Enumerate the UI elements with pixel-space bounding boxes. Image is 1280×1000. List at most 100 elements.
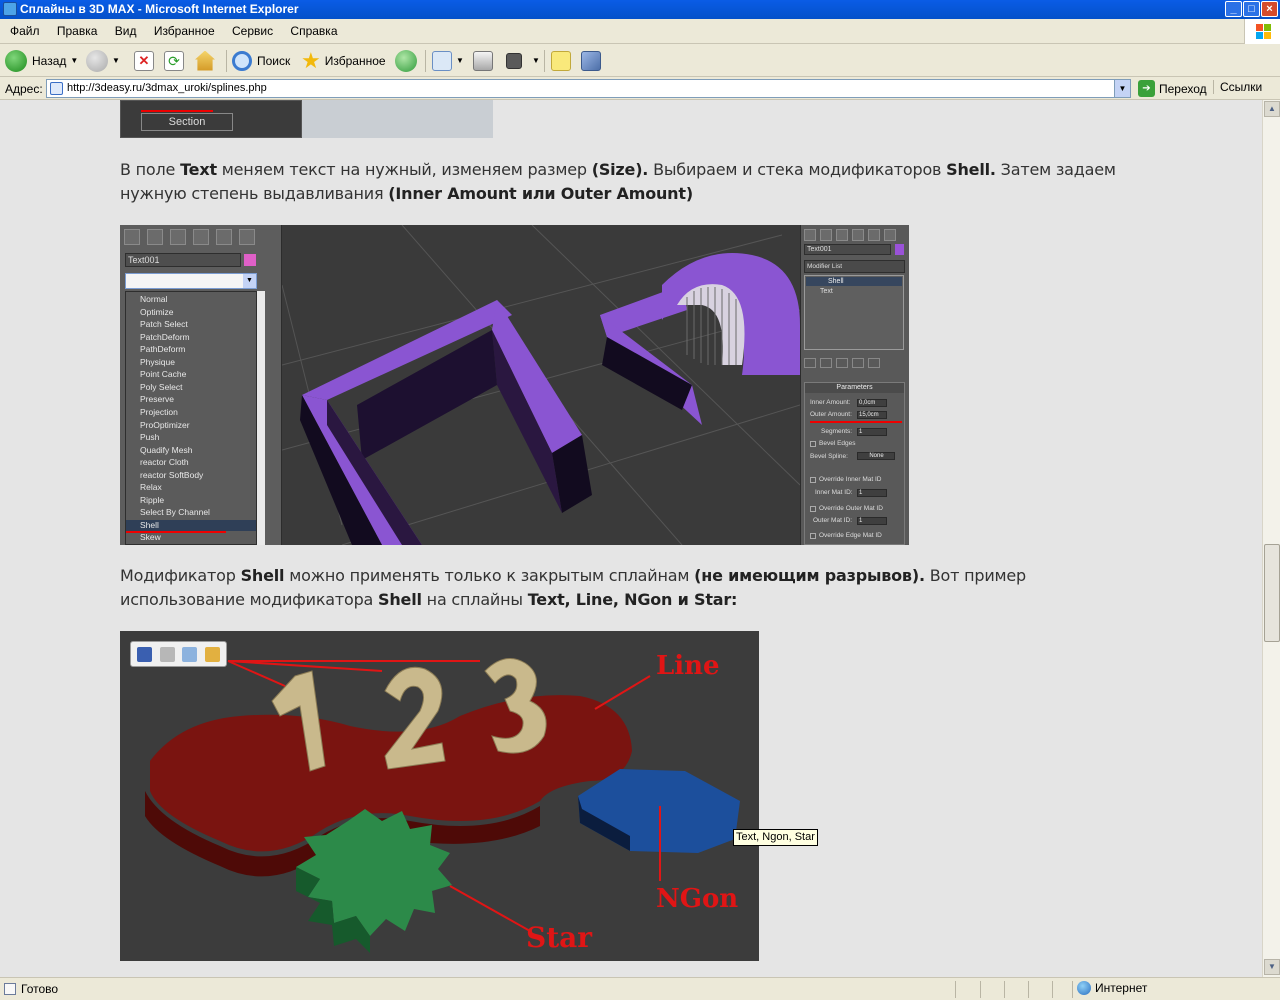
mail-icon	[432, 50, 452, 71]
edit-icon	[506, 52, 522, 69]
modifier-panel-right: Text001 Modifier List Shell Text Paramet…	[800, 225, 909, 545]
search-button[interactable]: Поиск	[232, 48, 290, 73]
refresh-button[interactable]: ⟳	[164, 48, 184, 73]
back-button[interactable]: Назад ▼	[5, 48, 78, 73]
minimize-button[interactable]: _	[1225, 1, 1242, 17]
list-item: Physique	[140, 357, 175, 367]
mail-button[interactable]: ▼	[432, 48, 464, 73]
mail-dropdown-icon[interactable]: ▼	[456, 56, 464, 65]
stack-item-shell: Shell	[806, 277, 902, 286]
modifier-stack: Shell Text	[804, 275, 904, 350]
list-item: reactor Cloth	[140, 457, 189, 467]
parameters-title: Parameters	[805, 383, 904, 393]
underline-mark	[126, 531, 226, 533]
address-input[interactable]: http://3deasy.ru/3dmax_uroki/splines.php…	[46, 79, 1131, 98]
modifier-list: Normal Optimize Patch Select PatchDeform…	[125, 291, 257, 545]
save-icon[interactable]	[137, 647, 152, 662]
ie-icon	[3, 2, 17, 16]
list-item: Relax	[140, 482, 162, 492]
shell-modifier-image: Text001 ▼ Normal Optimize Patch Select P…	[120, 225, 909, 545]
zone-label: Интернет	[1095, 981, 1148, 995]
print-icon	[473, 50, 493, 71]
menu-favorites[interactable]: Избранное	[147, 19, 222, 43]
messenger-button[interactable]	[581, 48, 601, 73]
address-dropdown-icon[interactable]: ▼	[1114, 80, 1130, 97]
search-label: Поиск	[257, 53, 291, 68]
edit-button[interactable]: ▼	[506, 48, 540, 73]
status-separator	[1004, 981, 1005, 998]
favorites-button[interactable]: ★ Избранное	[301, 48, 386, 73]
search-icon	[232, 50, 252, 71]
motion-tab-icon	[852, 229, 864, 241]
scroll-thumb[interactable]	[1264, 544, 1280, 642]
menu-file[interactable]: Файл	[3, 19, 47, 43]
list-item: Preserve	[140, 394, 175, 404]
security-zone[interactable]: Интернет	[1077, 981, 1147, 995]
toolbar-separator	[226, 50, 227, 72]
status-separator	[1052, 981, 1053, 998]
folder-icon[interactable]	[205, 647, 220, 662]
section-button: Section	[141, 113, 233, 131]
label-ngon: NGon	[656, 884, 739, 914]
rollout-panel: Section	[120, 100, 302, 138]
go-button[interactable]: ➔ Переход	[1138, 80, 1207, 97]
go-label: Переход	[1159, 81, 1207, 96]
outer-amount-label: Outer Amount:	[810, 411, 852, 418]
letter-r-shape	[600, 253, 800, 425]
image-toolbar[interactable]	[130, 641, 227, 667]
vertical-scrollbar[interactable]: ▲ ▼	[1262, 100, 1280, 977]
toolbar-separator	[544, 50, 545, 72]
favorites-star-icon: ★	[301, 47, 321, 73]
window-titlebar[interactable]: Сплайны в 3D MAX - Microsoft Internet Ex…	[0, 0, 1280, 19]
list-item: reactor SoftBody	[140, 470, 204, 480]
viewport-3d-text	[282, 225, 800, 545]
forward-dropdown-icon[interactable]: ▼	[112, 56, 120, 65]
stop-button[interactable]: ✕	[134, 48, 154, 73]
modify-tab-icon	[147, 229, 163, 245]
back-dropdown-icon[interactable]: ▼	[70, 56, 78, 65]
status-separator	[1028, 981, 1029, 998]
inner-amount-label: Inner Amount:	[810, 399, 851, 406]
remove-modifier-icon	[852, 358, 864, 368]
menu-help[interactable]: Справка	[283, 19, 344, 43]
bevel-spline-value: None	[857, 452, 895, 460]
edit-dropdown-icon[interactable]: ▼	[532, 56, 540, 65]
utilities-tab-icon	[239, 229, 255, 245]
links-button[interactable]: Ссылки	[1213, 80, 1262, 94]
print-icon[interactable]	[160, 647, 175, 662]
underline-mark	[141, 110, 213, 112]
maximize-button[interactable]: □	[1243, 1, 1260, 17]
shape-panel-image: Section	[120, 100, 493, 138]
scroll-up-icon[interactable]: ▲	[1264, 101, 1280, 117]
segments-value: 1	[857, 428, 887, 436]
forward-arrow-icon	[86, 49, 108, 72]
menu-view[interactable]: Вид	[108, 19, 144, 43]
object-color-swatch	[244, 254, 256, 266]
history-button[interactable]	[395, 48, 417, 73]
parameters-rollout: Parameters Inner Amount: 0,0cm Outer Amo…	[804, 382, 905, 545]
list-item: Select By Channel	[140, 507, 210, 517]
inner-mat-id-value: 1	[857, 489, 887, 497]
menu-edit[interactable]: Правка	[50, 19, 105, 43]
back-label: Назад	[32, 53, 67, 68]
mail-icon[interactable]	[182, 647, 197, 662]
scroll-down-icon[interactable]: ▼	[1264, 959, 1280, 975]
list-item: PatchDeform	[140, 332, 190, 342]
home-button[interactable]	[195, 48, 215, 73]
close-button[interactable]: ×	[1261, 1, 1278, 17]
print-button[interactable]	[473, 48, 493, 73]
bevel-edges-label: Bevel Edges	[819, 440, 856, 447]
stack-buttons	[804, 355, 904, 368]
paragraph-shell-usage: Модификатор Shell можно применять только…	[120, 566, 1026, 609]
override-inner-label: Override Inner Mat ID	[819, 476, 882, 483]
shell-examples-image: Line NGon Star	[120, 631, 759, 961]
page-status-icon	[4, 983, 16, 995]
hierarchy-tab-icon	[170, 229, 186, 245]
menu-tools[interactable]: Сервис	[225, 19, 280, 43]
bevel-spline-label: Bevel Spline:	[810, 453, 848, 460]
checkbox	[810, 441, 816, 447]
checkbox	[810, 506, 816, 512]
discuss-button[interactable]	[551, 48, 571, 73]
forward-button[interactable]: ▼	[86, 48, 120, 73]
history-icon	[395, 49, 417, 72]
